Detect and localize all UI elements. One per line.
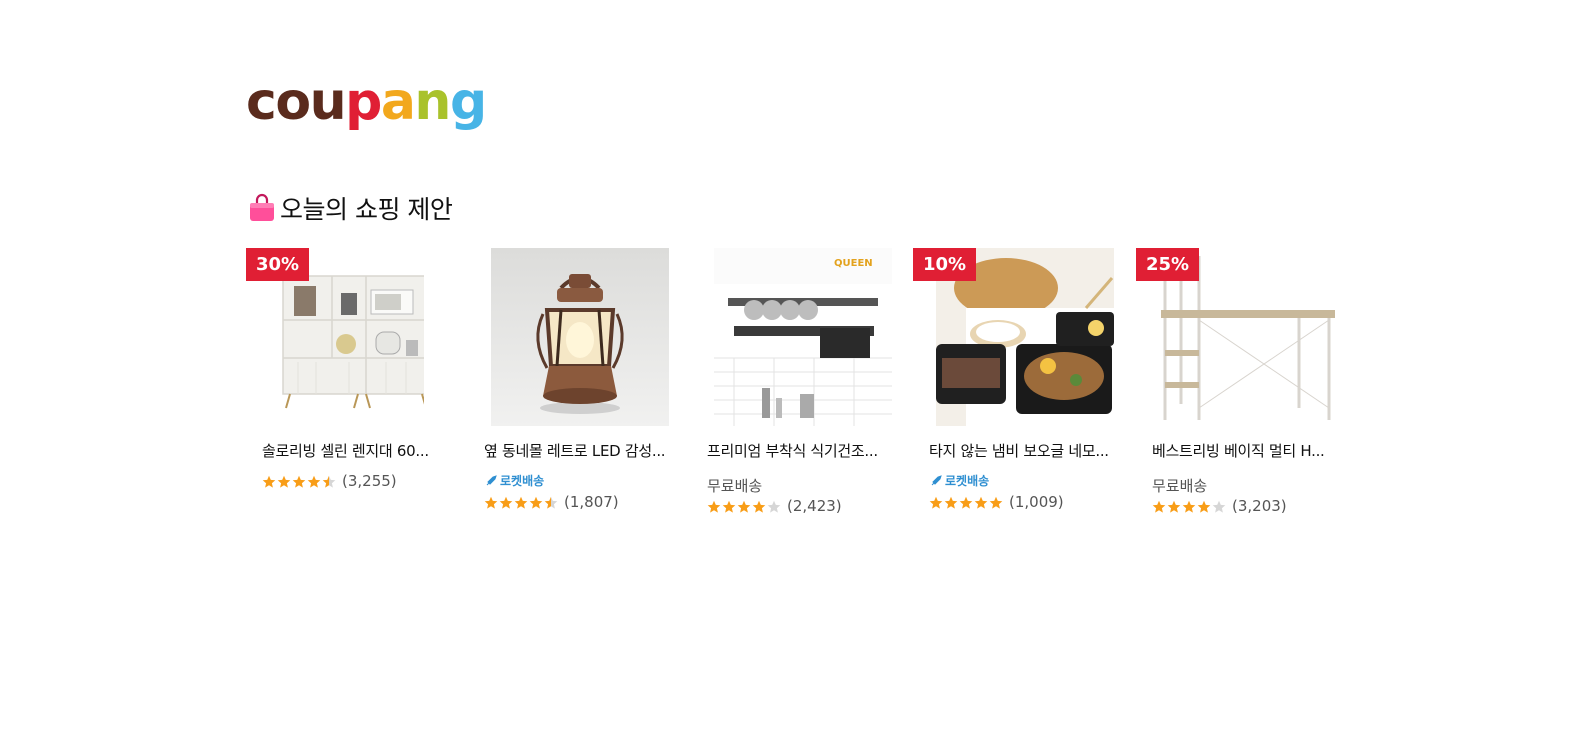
review-count: (3,255) xyxy=(342,472,397,490)
review-count: (3,203) xyxy=(1232,497,1287,515)
product-title[interactable]: 프리미엄 부착식 식기건조... xyxy=(707,440,897,461)
star-icon xyxy=(944,495,958,509)
star-icon xyxy=(929,495,943,509)
star-icon xyxy=(1212,499,1226,513)
section-title: 오늘의 쇼핑 제안 xyxy=(280,195,453,224)
star-icon xyxy=(484,495,498,509)
rating-stars xyxy=(484,495,558,509)
rocket-delivery-label: 로켓배송 xyxy=(500,474,545,488)
star-icon xyxy=(707,499,721,513)
product-list: 30% 솔로리빙 셀린 렌지대 60... (3,255) 옆 동네몰 레트로 … xyxy=(246,248,1346,548)
product-card[interactable]: 10% 타지 않는 냄비 보오글 네모... 로켓배송 (1,009) xyxy=(913,248,1114,538)
free-delivery-label: 무료배송 xyxy=(1152,477,1208,495)
product-rating: (3,255) xyxy=(262,472,397,490)
discount-badge: 10% xyxy=(913,248,977,281)
product-rating: (1,009) xyxy=(929,493,1064,511)
rating-stars xyxy=(929,495,1003,509)
discount-badge: 30% xyxy=(246,248,310,281)
star-icon xyxy=(752,499,766,513)
product-image[interactable]: QUEEN xyxy=(714,248,892,426)
rating-stars xyxy=(707,499,781,513)
rocket-delivery-badge: 로켓배송 xyxy=(484,472,544,489)
star-icon xyxy=(1197,499,1211,513)
product-card[interactable]: 25% 베스트리빙 베이직 멀티 H... 무료배송 (3,203) xyxy=(1136,248,1337,538)
star-icon xyxy=(989,495,1003,509)
logo-letter-c1: c xyxy=(246,72,277,132)
star-icon xyxy=(292,474,306,488)
logo-letter-a: a xyxy=(380,72,416,132)
product-title[interactable]: 옆 동네몰 레트로 LED 감성... xyxy=(484,440,674,461)
product-image[interactable] xyxy=(491,248,669,426)
star-icon xyxy=(277,474,291,488)
star-icon xyxy=(544,495,558,509)
logo-letter-p: p xyxy=(345,72,382,132)
section-header: 오늘의 쇼핑 제안 xyxy=(248,190,453,226)
coupang-logo[interactable]: c o u p a n g xyxy=(246,72,487,132)
product-title[interactable]: 베스트리빙 베이직 멀티 H... xyxy=(1152,440,1342,461)
review-count: (1,009) xyxy=(1009,493,1064,511)
star-icon xyxy=(959,495,973,509)
rating-stars xyxy=(262,474,336,488)
product-rating: (1,807) xyxy=(484,493,619,511)
product-card[interactable]: 30% 솔로리빙 셀린 렌지대 60... (3,255) xyxy=(246,248,446,538)
star-icon xyxy=(737,499,751,513)
star-icon xyxy=(722,499,736,513)
svg-text:QUEEN: QUEEN xyxy=(834,258,873,269)
star-icon xyxy=(499,495,513,509)
product-rating: (3,203) xyxy=(1152,497,1287,515)
product-card[interactable]: 옆 동네몰 레트로 LED 감성... 로켓배송 (1,807) xyxy=(484,248,684,538)
review-count: (2,423) xyxy=(787,497,842,515)
star-icon xyxy=(767,499,781,513)
product-title[interactable]: 타지 않는 냄비 보오글 네모... xyxy=(929,440,1119,461)
rocket-icon xyxy=(929,474,943,488)
product-title[interactable]: 솔로리빙 셀린 렌지대 60... xyxy=(262,440,452,461)
star-icon xyxy=(1167,499,1181,513)
logo-letter-u: u xyxy=(309,72,347,132)
star-icon xyxy=(1182,499,1196,513)
discount-badge: 25% xyxy=(1136,248,1200,281)
rocket-delivery-badge: 로켓배송 xyxy=(929,472,989,489)
logo-letter-o: o xyxy=(275,72,311,132)
rocket-icon xyxy=(484,474,498,488)
product-rating: (2,423) xyxy=(707,497,842,515)
star-icon xyxy=(307,474,321,488)
star-icon xyxy=(974,495,988,509)
star-icon xyxy=(1152,499,1166,513)
logo-letter-g: g xyxy=(449,72,487,132)
review-count: (1,807) xyxy=(564,493,619,511)
star-icon xyxy=(322,474,336,488)
free-delivery-label: 무료배송 xyxy=(707,477,763,495)
star-icon xyxy=(262,474,276,488)
star-icon xyxy=(514,495,528,509)
rating-stars xyxy=(1152,499,1226,513)
logo-letter-n: n xyxy=(414,72,451,132)
shopping-bag-icon xyxy=(248,193,276,223)
rocket-delivery-label: 로켓배송 xyxy=(945,474,990,488)
star-icon xyxy=(529,495,543,509)
product-card[interactable]: QUEEN 프리미엄 부착식 식기건조... 무료배송 (2,423) xyxy=(707,248,907,538)
